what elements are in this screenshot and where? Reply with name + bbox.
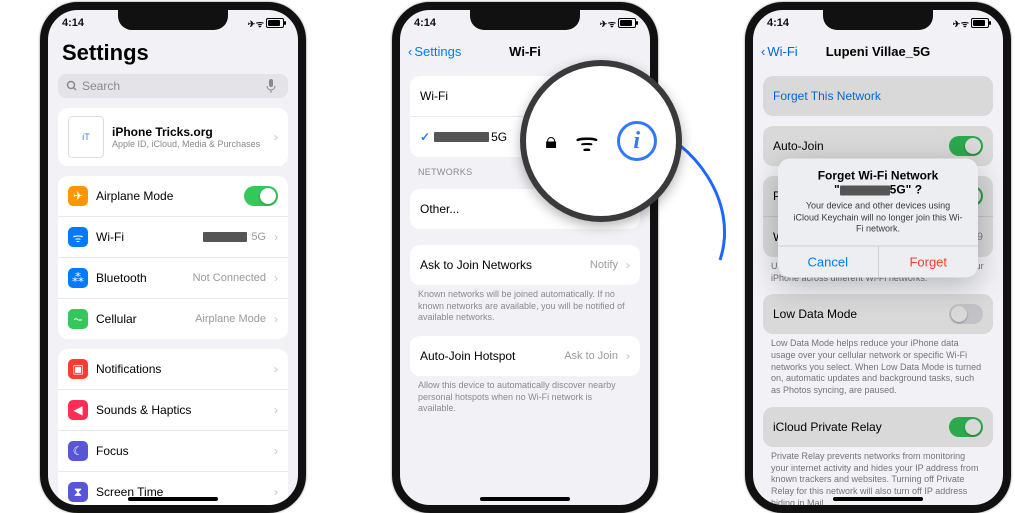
toggle[interactable] (949, 417, 983, 437)
chevron-right-icon: › (274, 130, 278, 144)
zoom-callout: 🔒︎ ᯤ i (520, 60, 682, 222)
redacted-ssid (840, 185, 890, 195)
mic-icon[interactable] (266, 79, 276, 93)
row-icon: ᯤ (68, 227, 88, 247)
nav-title: Lupeni Villae_5G (826, 44, 931, 59)
home-indicator[interactable] (833, 497, 923, 501)
auto-join-hotspot-row[interactable]: Auto-Join Hotspot Ask to Join› (410, 336, 640, 376)
apple-id-row[interactable]: iT iPhone Tricks.org Apple ID, iCloud, M… (58, 108, 288, 166)
toggle[interactable] (949, 304, 983, 324)
row-icon: ✈︎ (68, 186, 88, 206)
search-icon (66, 80, 78, 92)
chevron-right-icon: › (626, 258, 630, 272)
chevron-right-icon: › (626, 349, 630, 363)
ask-to-join-row[interactable]: Ask to Join Networks Notify› (410, 245, 640, 285)
back-button[interactable]: ‹Settings (408, 44, 461, 59)
chevron-left-icon: ‹ (408, 44, 412, 59)
nav-title: Wi-Fi (509, 44, 541, 59)
redacted-value (203, 232, 247, 242)
alert-cancel-button[interactable]: Cancel (778, 246, 879, 277)
low-data-mode-row[interactable]: Low Data Mode (763, 294, 993, 334)
home-indicator[interactable] (128, 497, 218, 501)
page-title: Settings (48, 36, 298, 74)
settings-row[interactable]: ⏦CellularAirplane Mode› (58, 298, 288, 339)
info-icon: i (617, 121, 657, 161)
settings-row[interactable]: ◀︎Sounds & Haptics› (58, 389, 288, 430)
settings-row[interactable]: ⁂BluetoothNot Connected› (58, 257, 288, 298)
chevron-right-icon: › (274, 271, 278, 285)
row-icon: ⧗ (68, 482, 88, 502)
checkmark-icon: ✓ (420, 130, 430, 144)
chevron-right-icon: › (274, 312, 278, 326)
icloud-private-relay-row[interactable]: iCloud Private Relay (763, 407, 993, 447)
lock-icon: 🔒︎ (545, 128, 557, 154)
settings-row[interactable]: ▣Notifications› (58, 349, 288, 389)
forget-network-alert: Forget Wi-Fi Network "5G" ? Your device … (778, 158, 978, 277)
apple-id-avatar: iT (68, 116, 104, 158)
chevron-right-icon: › (274, 230, 278, 244)
redacted-ssid (434, 132, 489, 142)
home-indicator[interactable] (480, 497, 570, 501)
wifi-signal-icon: ᯤ (575, 123, 599, 159)
chevron-right-icon: › (274, 444, 278, 458)
alert-forget-button[interactable]: Forget (879, 246, 979, 277)
row-icon: ⏦ (68, 309, 88, 329)
toggle[interactable] (244, 186, 278, 206)
row-icon: ▣ (68, 359, 88, 379)
settings-row[interactable]: ✈︎Airplane Mode (58, 176, 288, 216)
toggle[interactable] (949, 136, 983, 156)
row-icon: ⁂ (68, 268, 88, 288)
row-icon: ☾ (68, 441, 88, 461)
settings-row[interactable]: ☾Focus› (58, 430, 288, 471)
status-time: 4:14 (62, 17, 84, 29)
chevron-left-icon: ‹ (761, 44, 765, 59)
chevron-right-icon: › (274, 362, 278, 376)
search-input[interactable]: Search (58, 74, 288, 98)
chevron-right-icon: › (274, 403, 278, 417)
chevron-right-icon: › (274, 485, 278, 499)
settings-row[interactable]: ᯤWi-Fi5G› (58, 216, 288, 257)
forget-network-row[interactable]: Forget This Network (763, 76, 993, 116)
row-icon: ◀︎ (68, 400, 88, 420)
back-button[interactable]: ‹Wi-Fi (761, 44, 798, 59)
